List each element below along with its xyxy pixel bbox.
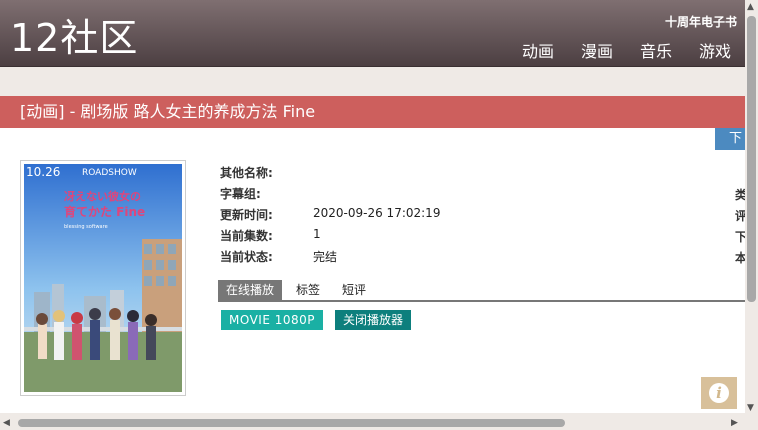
poster-image: 10.26 ROADSHOW 冴えない彼女の 育てかた Fine blessin…: [20, 160, 186, 396]
main-nav: 动画 漫画 音乐 游戏: [522, 38, 731, 62]
scroll-up-arrow-icon[interactable]: ▲: [747, 2, 754, 12]
info-row-updated: 更新时间: 2020-09-26 17:02:19: [220, 206, 441, 222]
content-panel: 下 10.26 ROADSHOW 冴えない彼女の 育てかた Fine bless…: [0, 128, 747, 413]
vertical-scroll-thumb[interactable]: [747, 16, 756, 302]
nav-music[interactable]: 音乐: [640, 38, 672, 62]
info-list: 其他名称: 字幕组: 更新时间: 2020-09-26 17:02:19 当前集数…: [220, 164, 440, 269]
poster-date: 10.26: [26, 165, 60, 179]
poster-sub: blessing software: [64, 224, 108, 230]
download-tab[interactable]: 下: [715, 128, 745, 150]
poster-logo-line2: 育てかた Fine: [64, 204, 145, 219]
movie-1080p-button[interactable]: MOVIE 1080P: [221, 310, 324, 330]
info-row-status: 当前状态: 完结: [220, 250, 338, 264]
poster-art: 10.26 ROADSHOW 冴えない彼女の 育てかた Fine blessin…: [24, 164, 182, 392]
page-title-bar: [动画] - 剧场版 路人女主的养成方法 Fine: [0, 96, 745, 128]
scroll-left-arrow-icon[interactable]: ◀: [3, 418, 10, 428]
info-button[interactable]: i: [701, 377, 737, 409]
scroll-right-arrow-icon[interactable]: ▶: [731, 418, 738, 428]
info-row-episodes: 当前集数: 1: [220, 227, 321, 243]
info-icon: i: [709, 383, 729, 403]
close-player-button[interactable]: 关闭播放器: [335, 310, 412, 330]
site-header: 12社区 十周年电子书 动画 漫画 音乐 游戏: [0, 0, 745, 67]
poster-roadshow: ROADSHOW: [82, 168, 137, 178]
player-tabs: 在线播放 标签 短评: [218, 280, 745, 302]
horizontal-scroll-thumb[interactable]: [18, 419, 565, 427]
poster-logo-line1: 冴えない彼女の: [64, 189, 141, 203]
nav-games[interactable]: 游戏: [699, 38, 731, 62]
tab-online-play[interactable]: 在线播放: [218, 280, 283, 300]
info-row-alias: 其他名称:: [220, 166, 273, 180]
nav-manga[interactable]: 漫画: [581, 38, 613, 62]
tab-tags[interactable]: 标签: [288, 280, 328, 300]
tab-comments[interactable]: 短评: [334, 280, 374, 300]
site-logo[interactable]: 12社区: [10, 14, 138, 62]
scroll-down-arrow-icon[interactable]: ▼: [747, 403, 754, 413]
nav-anime[interactable]: 动画: [522, 38, 554, 62]
anniversary-link[interactable]: 十周年电子书: [665, 13, 737, 30]
page-title: [动画] - 剧场版 路人女主的养成方法 Fine: [20, 102, 316, 121]
info-row-subgroup: 字幕组:: [220, 187, 261, 201]
